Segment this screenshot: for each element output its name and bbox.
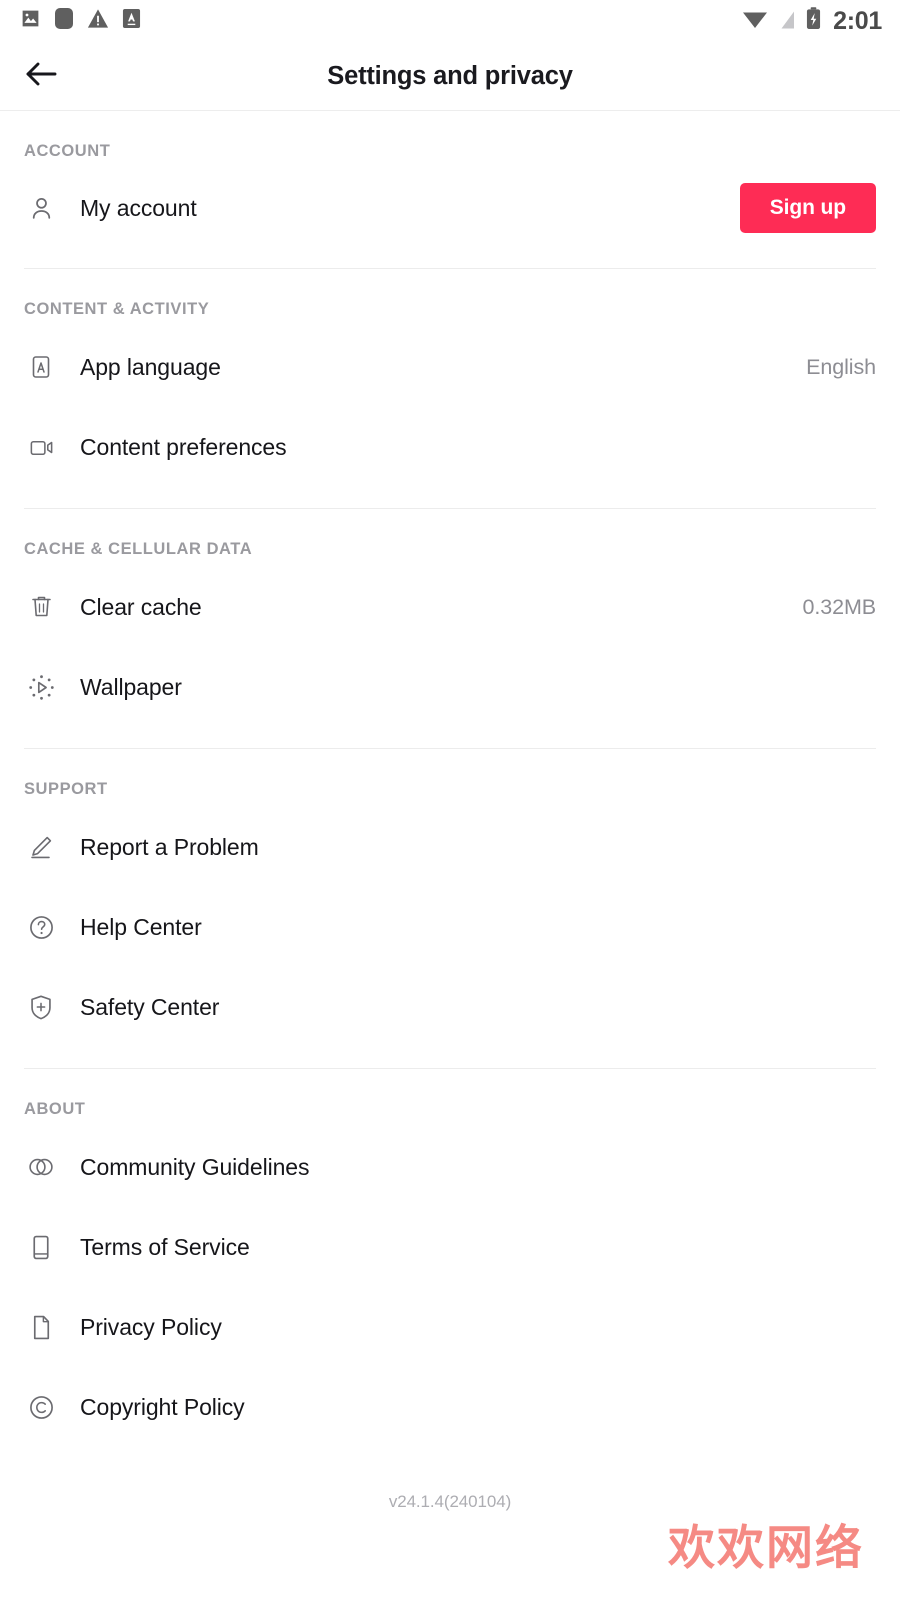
section-label-account: ACCOUNT [24, 142, 111, 160]
wallpaper-play-icon [24, 674, 58, 701]
row-terms-of-service[interactable]: Terms of Service [0, 1219, 900, 1275]
row-value-app-language: English [806, 354, 876, 379]
row-label-my-account: My account [80, 194, 197, 221]
sign-up-button[interactable]: Sign up [739, 183, 876, 233]
row-my-account[interactable]: My account Sign up [0, 180, 900, 236]
language-a-icon [24, 354, 58, 380]
section-support: SUPPORT Report a Problem Help Center Saf… [0, 749, 900, 1069]
shield-plus-icon [24, 994, 58, 1021]
row-wallpaper[interactable]: Wallpaper [0, 659, 900, 715]
row-label-terms-of-service: Terms of Service [80, 1233, 250, 1260]
section-label-cache-cellular-data: CACHE & CELLULAR DATA [24, 540, 253, 558]
document-icon [24, 1314, 58, 1341]
question-circle-icon [24, 914, 58, 941]
row-label-privacy-policy: Privacy Policy [80, 1313, 222, 1340]
video-camera-icon [24, 434, 58, 461]
person-icon [24, 195, 58, 222]
section-content-activity: CONTENT & ACTIVITY App language English … [0, 269, 900, 509]
overlapping-circles-icon [24, 1156, 58, 1178]
row-community-guidelines[interactable]: Community Guidelines [0, 1139, 900, 1195]
row-label-wallpaper: Wallpaper [80, 673, 182, 700]
row-label-app-language: App language [80, 353, 221, 380]
status-bar-right-icons: 2:01 [742, 7, 882, 36]
settings-screen: 2:01 Settings and privacy ACCOUNT My acc… [0, 0, 900, 1600]
row-report-a-problem[interactable]: Report a Problem [0, 819, 900, 875]
row-privacy-policy[interactable]: Privacy Policy [0, 1299, 900, 1355]
row-label-report-a-problem: Report a Problem [80, 833, 259, 860]
page-title: Settings and privacy [327, 61, 573, 90]
status-bar-left-icons [20, 7, 141, 35]
row-label-safety-center: Safety Center [80, 993, 220, 1020]
section-label-support: SUPPORT [24, 780, 108, 798]
pencil-icon [24, 834, 58, 860]
row-app-language[interactable]: App language English [0, 339, 900, 395]
section-label-about: ABOUT [24, 1100, 86, 1118]
row-label-community-guidelines: Community Guidelines [80, 1153, 310, 1180]
book-icon [24, 1234, 58, 1261]
section-label-content-activity: CONTENT & ACTIVITY [24, 300, 210, 318]
app-header: Settings and privacy [0, 42, 900, 111]
row-content-preferences[interactable]: Content preferences [0, 419, 900, 475]
row-label-copyright-policy: Copyright Policy [80, 1393, 245, 1420]
row-label-content-preferences: Content preferences [80, 433, 287, 460]
row-label-help-center: Help Center [80, 913, 202, 940]
row-value-clear-cache: 0.32MB [802, 594, 877, 619]
arrow-left-icon [25, 61, 57, 92]
a-badge-icon [122, 8, 141, 34]
watermark-text: 欢欢网络 [668, 1521, 864, 1576]
section-cache-cellular-data: CACHE & CELLULAR DATA Clear cache 0.32MB [0, 509, 900, 749]
row-safety-center[interactable]: Safety Center [0, 979, 900, 1035]
battery-charging-icon [806, 7, 821, 35]
status-bar-clock: 2:01 [833, 6, 882, 35]
row-help-center[interactable]: Help Center [0, 899, 900, 955]
row-label-clear-cache: Clear cache [80, 593, 202, 620]
warning-triangle-icon [87, 8, 109, 34]
cellular-off-icon [778, 8, 796, 35]
image-icon [20, 8, 41, 34]
row-clear-cache[interactable]: Clear cache 0.32MB [0, 579, 900, 635]
status-bar: 2:01 [0, 0, 900, 42]
rounded-square-icon [54, 7, 74, 35]
wifi-icon [742, 8, 768, 34]
trash-icon [24, 594, 58, 620]
row-copyright-policy[interactable]: Copyright Policy [0, 1379, 900, 1435]
back-button[interactable] [18, 53, 64, 99]
section-about: ABOUT Community Guidelines Terms of Serv… [0, 1069, 900, 1435]
section-account: ACCOUNT My account Sign up [0, 111, 900, 269]
copyright-icon [24, 1394, 58, 1421]
